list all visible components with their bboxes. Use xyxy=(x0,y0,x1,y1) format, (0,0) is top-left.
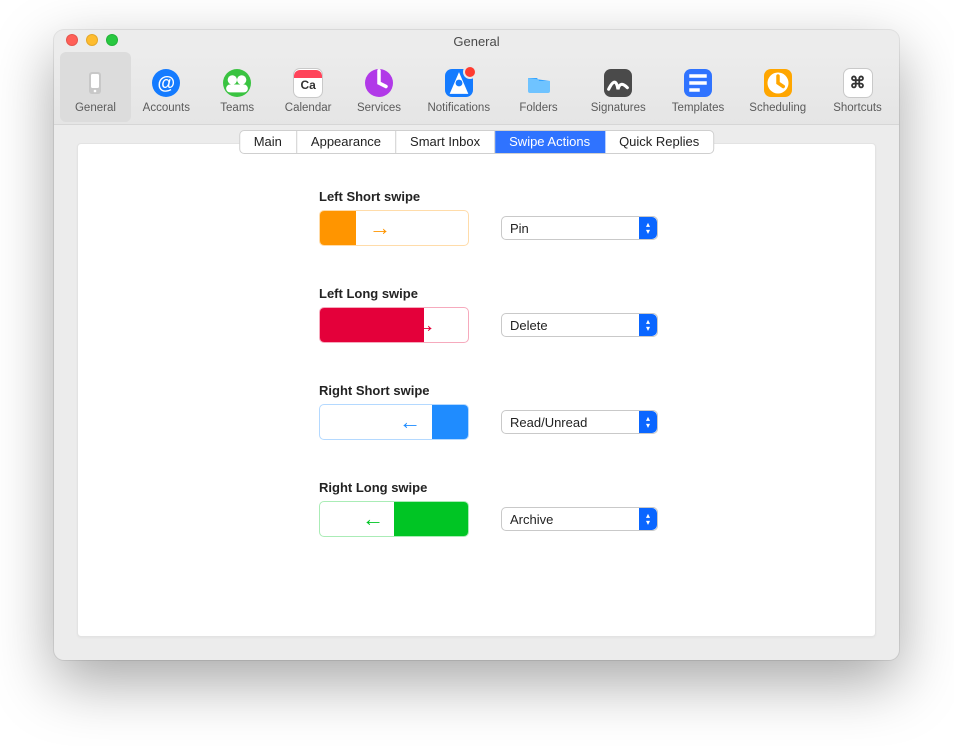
arrow-right-icon: → xyxy=(369,215,391,241)
signatures-icon xyxy=(603,68,633,98)
swipe-action-select-right-long[interactable]: Archive ▴▾ xyxy=(501,507,658,531)
toolbar-item-general[interactable]: General xyxy=(60,52,131,122)
swipe-action-select-left-short[interactable]: Pin ▴▾ xyxy=(501,216,658,240)
toolbar-item-calendar[interactable]: Ca Calendar xyxy=(273,52,344,122)
toolbar-label: Teams xyxy=(220,102,254,114)
swipe-fill xyxy=(432,405,468,439)
toolbar-label: General xyxy=(75,102,116,114)
swipe-preview-right-long: ← xyxy=(319,501,469,537)
tab-smart-inbox[interactable]: Smart Inbox xyxy=(396,131,495,153)
pref-tabs: MainAppearanceSmart InboxSwipe ActionsQu… xyxy=(239,130,715,154)
toolbar-item-signatures[interactable]: Signatures xyxy=(574,52,663,122)
preferences-toolbar: General @ Accounts Teams Ca Calendar Services N… xyxy=(54,52,899,125)
tab-swipe-actions[interactable]: Swipe Actions xyxy=(495,131,605,153)
select-value: Delete xyxy=(502,318,548,333)
stepper-icon: ▴▾ xyxy=(639,411,657,433)
swipe-label: Left Short swipe xyxy=(319,189,658,204)
window-title: General xyxy=(453,34,499,49)
swipe-preview-right-short: ← xyxy=(319,404,469,440)
arrow-left-icon: ← xyxy=(399,409,421,435)
stepper-icon: ▴▾ xyxy=(639,217,657,239)
toolbar-label: Calendar xyxy=(285,102,332,114)
arrow-right-icon: → xyxy=(414,312,436,338)
window-titlebar: General xyxy=(54,30,899,52)
swipe-fill xyxy=(394,502,468,536)
preferences-window: General General @ Accounts Teams Ca Calendar S… xyxy=(54,30,899,660)
close-icon[interactable] xyxy=(66,34,78,46)
stepper-icon: ▴▾ xyxy=(639,314,657,336)
select-value: Pin xyxy=(502,221,529,236)
notifications-icon xyxy=(444,68,474,98)
services-icon xyxy=(364,68,394,98)
swipe-group-left-short: Left Short swipe → Pin ▴▾ xyxy=(319,189,658,246)
scheduling-icon xyxy=(763,68,793,98)
swipe-action-select-right-short[interactable]: Read/Unread ▴▾ xyxy=(501,410,658,434)
toolbar-item-scheduling[interactable]: Scheduling xyxy=(733,52,822,122)
stepper-icon: ▴▾ xyxy=(639,508,657,530)
swipe-fill xyxy=(320,308,424,342)
toolbar-label: Accounts xyxy=(143,102,190,114)
swipe-label: Right Long swipe xyxy=(319,480,658,495)
toolbar-label: Templates xyxy=(672,102,724,114)
swipe-preview-left-long: → xyxy=(319,307,469,343)
swipe-action-select-left-long[interactable]: Delete ▴▾ xyxy=(501,313,658,337)
swipe-preview-left-short: → xyxy=(319,210,469,246)
content-panel: Left Short swipe → Pin ▴▾ Left Long swipe → De… xyxy=(77,143,876,637)
toolbar-label: Services xyxy=(357,102,401,114)
general-icon xyxy=(80,68,110,98)
swipe-group-right-short: Right Short swipe ← Read/Unread ▴▾ xyxy=(319,383,658,440)
tab-main[interactable]: Main xyxy=(240,131,297,153)
swipe-group-left-long: Left Long swipe → Delete ▴▾ xyxy=(319,286,658,343)
tab-quick-replies[interactable]: Quick Replies xyxy=(605,131,713,153)
teams-icon xyxy=(222,68,252,98)
folders-icon xyxy=(524,68,554,98)
select-value: Archive xyxy=(502,512,553,527)
notification-badge xyxy=(463,65,477,79)
toolbar-item-folders[interactable]: Folders xyxy=(503,52,574,122)
toolbar-label: Notifications xyxy=(427,102,490,114)
zoom-icon[interactable] xyxy=(106,34,118,46)
swipe-actions-form: Left Short swipe → Pin ▴▾ Left Long swipe → De… xyxy=(319,189,658,577)
shortcuts-icon: ⌘ xyxy=(843,68,873,98)
arrow-left-icon: ← xyxy=(362,506,384,532)
minimize-icon[interactable] xyxy=(86,34,98,46)
templates-icon xyxy=(683,68,713,98)
swipe-label: Left Long swipe xyxy=(319,286,658,301)
toolbar-item-accounts[interactable]: @ Accounts xyxy=(131,52,202,122)
swipe-fill xyxy=(320,211,356,245)
tab-appearance[interactable]: Appearance xyxy=(297,131,396,153)
toolbar-item-teams[interactable]: Teams xyxy=(202,52,273,122)
toolbar-label: Folders xyxy=(519,102,557,114)
toolbar-item-templates[interactable]: Templates xyxy=(663,52,734,122)
toolbar-label: Signatures xyxy=(591,102,646,114)
toolbar-label: Scheduling xyxy=(749,102,806,114)
select-value: Read/Unread xyxy=(502,415,587,430)
toolbar-label: Shortcuts xyxy=(833,102,882,114)
calendar-icon: Ca xyxy=(293,68,323,98)
swipe-label: Right Short swipe xyxy=(319,383,658,398)
toolbar-item-services[interactable]: Services xyxy=(344,52,415,122)
toolbar-item-notifications[interactable]: Notifications xyxy=(414,52,503,122)
toolbar-item-shortcuts[interactable]: ⌘ Shortcuts xyxy=(822,52,893,122)
accounts-icon: @ xyxy=(151,68,181,98)
swipe-group-right-long: Right Long swipe ← Archive ▴▾ xyxy=(319,480,658,537)
